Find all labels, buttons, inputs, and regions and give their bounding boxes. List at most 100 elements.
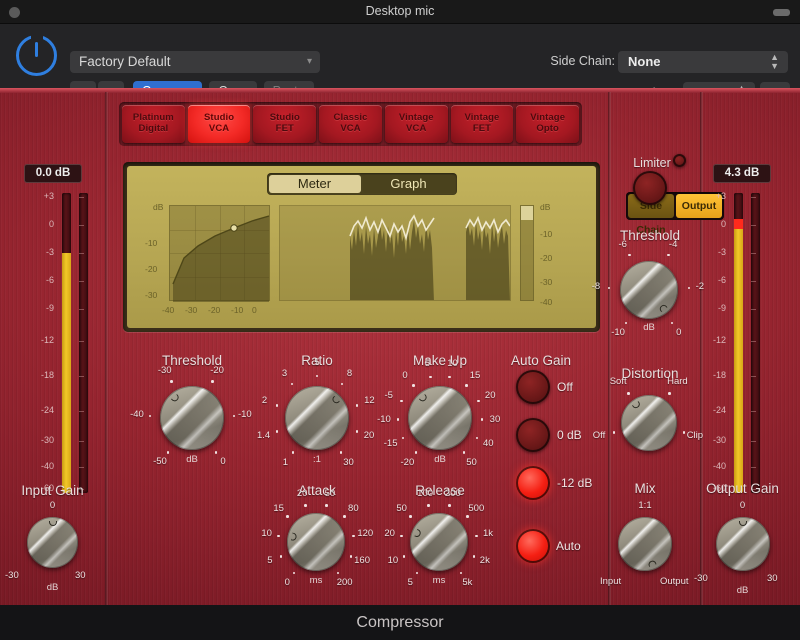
meter-scale-label: -6	[718, 275, 726, 285]
knob-tick-dot	[291, 383, 294, 386]
side-chain-select[interactable]: None ▲▼	[618, 51, 788, 73]
knob-tick-label: 50	[325, 488, 336, 499]
model-button-vintage-vca[interactable]: VintageVCA	[385, 105, 448, 143]
gr-tick: -10	[540, 229, 552, 239]
knob-tick-dot	[149, 415, 152, 418]
model-button-studio-fet[interactable]: StudioFET	[253, 105, 316, 143]
meter-tick	[751, 225, 756, 226]
meter-scale-label: -24	[41, 405, 54, 415]
knob-tick-dot	[613, 431, 616, 434]
gr-db-label: dB	[540, 202, 550, 212]
limiter-threshold-label: Threshold	[600, 228, 700, 243]
distortion-knob[interactable]	[621, 395, 677, 451]
knob-tick-label: -15	[384, 438, 398, 449]
knob-tick-label: -6	[618, 239, 626, 250]
knob-tick-label: 5	[425, 358, 430, 369]
tab-meter[interactable]: Meter	[269, 175, 361, 193]
preset-menu[interactable]: Factory Default ▾	[70, 51, 320, 73]
knob-tick-label: 40	[483, 438, 494, 449]
auto-release-button[interactable]	[516, 529, 550, 563]
side-chain-value: None	[628, 54, 661, 69]
makeup-label: Make Up	[388, 353, 492, 368]
ratio-knob[interactable]	[285, 386, 349, 450]
knob-tick-dot	[276, 430, 279, 433]
input-meter-fill	[62, 253, 71, 493]
knob-tick-dot	[429, 376, 432, 379]
knob-tick-label: 160	[354, 555, 370, 566]
model-line2: FET	[253, 123, 316, 134]
makeup-knob[interactable]	[408, 386, 472, 450]
knob-tick-dot	[466, 515, 469, 518]
meter-scale-label: -9	[46, 303, 54, 313]
meter-tick	[751, 281, 756, 282]
curve-x-tick: 0	[252, 305, 257, 315]
meter-tick	[79, 197, 84, 198]
display-frame: Meter Graph dB	[123, 162, 600, 332]
tab-graph[interactable]: Graph	[363, 175, 455, 193]
knob-tick-dot	[477, 400, 480, 403]
auto-gain-led-off[interactable]	[516, 370, 550, 404]
input-value-display: 0.0 dB	[24, 164, 82, 183]
auto-gain-led-0-db[interactable]	[516, 418, 550, 452]
meter-scale-label: -12	[41, 335, 54, 345]
limiter-threshold-knob[interactable]	[620, 261, 678, 319]
knob-tick-dot	[668, 392, 671, 395]
input-gain-unit: dB	[0, 582, 105, 593]
knob-tick-dot	[400, 400, 403, 403]
knob-tick-dot	[473, 555, 476, 558]
knob-tick-dot	[403, 555, 406, 558]
output-gain-min-tick: -30	[694, 573, 708, 584]
meter-tick	[79, 467, 84, 468]
knob-tick-label: 10	[388, 555, 399, 566]
gr-tick: -40	[540, 297, 552, 307]
attack-knob[interactable]	[287, 513, 345, 571]
plugin-name: Compressor	[0, 605, 800, 640]
model-button-studio-vca[interactable]: StudioVCA	[188, 105, 251, 143]
input-gain-center-tick: 0	[0, 500, 105, 511]
meter-tick	[751, 441, 756, 442]
stepper-icon[interactable]: ▲▼	[770, 53, 779, 71]
model-button-platinum-digital[interactable]: PlatinumDigital	[122, 105, 185, 143]
meter-scale-label: -6	[46, 275, 54, 285]
limiter-button[interactable]	[633, 171, 667, 205]
curve-x-tick: -40	[162, 305, 174, 315]
knob-tick-dot	[400, 535, 403, 538]
input-gain-min-tick: -30	[5, 570, 19, 581]
knob-tick-label: -4	[669, 239, 677, 250]
meter-tick	[79, 253, 84, 254]
window-title: Desktop mic	[0, 4, 800, 18]
curve-x-tick: -30	[185, 305, 197, 315]
knob-tick-dot	[465, 384, 468, 387]
knob-tick-dot	[481, 418, 484, 421]
knob-tick-dot	[628, 254, 631, 257]
meter-scale-label: -18	[41, 370, 54, 380]
model-line2: Digital	[122, 123, 185, 134]
window-resize-handle[interactable]	[773, 9, 790, 16]
mix-knob[interactable]	[618, 517, 672, 571]
threshold-knob[interactable]	[160, 386, 224, 450]
output-gain-unit: dB	[690, 585, 795, 596]
meter-tick	[79, 376, 84, 377]
release-knob[interactable]	[410, 513, 468, 571]
meter-tick	[751, 467, 756, 468]
power-button[interactable]	[16, 35, 57, 76]
output-value-display: 4.3 dB	[713, 164, 771, 183]
model-button-classic-vca[interactable]: ClassicVCA	[319, 105, 382, 143]
input-gain-knob[interactable]	[27, 517, 78, 568]
input-gain-label: Input Gain	[0, 483, 105, 498]
model-button-vintage-opto[interactable]: VintageOpto	[516, 105, 579, 143]
knob-tick-label: 80	[348, 503, 359, 514]
auto-gain-led--12-db[interactable]	[516, 466, 550, 500]
curve-y-tick: -20	[145, 264, 157, 274]
output-gain-knob[interactable]	[716, 517, 770, 571]
model-button-vintage-fet[interactable]: VintageFET	[451, 105, 514, 143]
ratio-unit: :1	[285, 454, 349, 465]
meter-tick	[751, 197, 756, 198]
knob-tick-dot	[356, 404, 359, 407]
model-line1: Vintage	[385, 112, 448, 123]
auto-gain-option-label: 0 dB	[557, 428, 582, 442]
auto-gain-option-label: Off	[557, 380, 573, 394]
threshold-label: Threshold	[140, 353, 244, 368]
display-screen: Meter Graph dB	[127, 166, 596, 328]
knob-tick-label: 10	[447, 358, 458, 369]
